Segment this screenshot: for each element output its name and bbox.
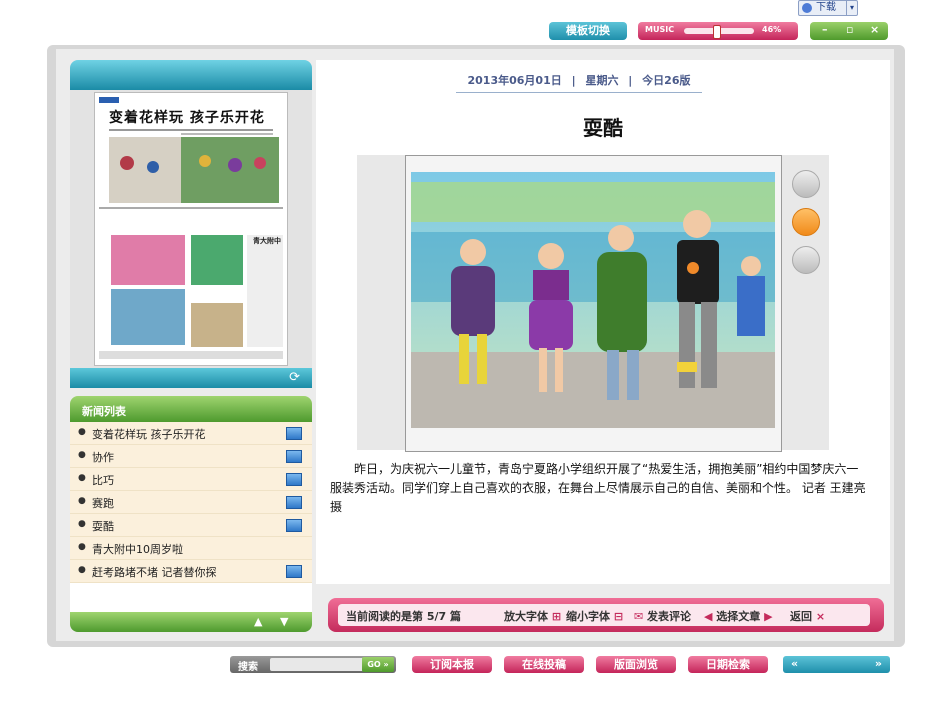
minus-box-icon: ⊟ xyxy=(610,610,624,623)
comment-label: 发表评论 xyxy=(647,610,692,623)
user-icon[interactable] xyxy=(792,208,820,236)
news-list-item[interactable]: ● 赛跑 xyxy=(70,491,312,514)
submit-article-button[interactable]: 在线投稿 xyxy=(504,656,584,673)
refresh-icon[interactable]: ⟳ xyxy=(289,370,300,385)
bullet-icon: ● xyxy=(78,473,86,483)
restore-button[interactable]: ▫ xyxy=(846,23,853,36)
article-photo[interactable] xyxy=(411,172,775,428)
news-list-item[interactable]: ● 赶考路堵不堵 记者替你探 xyxy=(70,560,312,583)
minimize-button[interactable]: – xyxy=(822,23,828,36)
camera-icon[interactable] xyxy=(792,170,820,198)
next-page-button[interactable]: » xyxy=(875,657,882,670)
close-button[interactable]: × xyxy=(870,23,879,36)
music-label: MUSIC xyxy=(645,25,675,34)
photo-icon xyxy=(286,565,302,578)
article-date: 2013年06月01日 xyxy=(467,74,562,87)
date-search-button[interactable]: 日期检索 xyxy=(688,656,768,673)
comment-button[interactable]: ✉ 发表评论 xyxy=(634,608,691,624)
photo-icon xyxy=(286,427,302,440)
article-weekday: 星期六 xyxy=(585,74,619,87)
scroll-down-icon[interactable]: ▼ xyxy=(280,615,288,628)
article-edition: 今日26版 xyxy=(642,74,691,87)
page-thumbnail[interactable]: 变着花样玩 孩子乐开花 青大附中 xyxy=(94,92,288,366)
scroll-up-icon[interactable]: ▲ xyxy=(254,615,262,628)
bullet-icon: ● xyxy=(78,450,86,460)
article-photo-graphic xyxy=(411,172,775,428)
news-list-header: 新闻列表 xyxy=(70,396,312,422)
back-label: 返回 xyxy=(790,610,812,623)
news-list-item-label: 变着花样玩 孩子乐开花 xyxy=(92,428,206,441)
news-list-item[interactable]: ● 耍酷 xyxy=(70,514,312,537)
back-button[interactable]: 返回 × xyxy=(790,608,825,624)
zoom-in-label: 放大字体 xyxy=(504,610,548,623)
search-label: 搜索 xyxy=(238,662,258,673)
chevron-down-icon[interactable]: ▾ xyxy=(846,1,857,15)
page-thumb-header xyxy=(70,60,312,90)
news-list-item-label: 青大附中10周岁啦 xyxy=(92,543,183,556)
news-list-item[interactable]: ● 变着花样玩 孩子乐开花 xyxy=(70,422,312,445)
music-control: MUSIC 46% xyxy=(638,22,798,40)
photo-icon xyxy=(286,496,302,509)
bullet-icon: ● xyxy=(78,565,86,575)
news-list-footer: ▲ ▼ xyxy=(70,612,312,632)
zoom-out-button[interactable]: 缩小字体 ⊟ xyxy=(566,608,623,624)
page-browse-button[interactable]: 版面浏览 xyxy=(596,656,676,673)
news-list-item[interactable]: ● 协作 xyxy=(70,445,312,468)
template-switch-button[interactable]: 模板切换 xyxy=(549,22,627,40)
chevron-left-icon: ◀ xyxy=(704,610,717,623)
download-label: 下载 xyxy=(816,2,836,13)
chevron-right-icon: ▶ xyxy=(760,610,773,623)
prev-page-button[interactable]: « xyxy=(791,657,798,670)
zoom-out-label: 缩小字体 xyxy=(566,610,610,623)
download-chip[interactable]: 下载 ▾ xyxy=(798,0,858,16)
news-list-item-label: 耍酷 xyxy=(92,520,114,533)
news-list: ● 变着花样玩 孩子乐开花 ● 协作 ● 比巧 ● 赛跑 ● 耍酷 ● 青大附中10周岁啦 ● 赶考路堵不… xyxy=(70,422,312,612)
news-list-item-label: 协作 xyxy=(92,451,114,464)
photo-icon xyxy=(286,519,302,532)
download-icon xyxy=(802,3,812,13)
article-status-inner: 当前阅读的是第 5/7 篇 放大字体 ⊞ 缩小字体 ⊟ ✉ 发表评论 ◀ 选择文… xyxy=(338,604,870,626)
photo-icon xyxy=(286,450,302,463)
news-list-item-label: 赛跑 xyxy=(92,497,114,510)
article-body: 昨日，为庆祝六一儿童节，青岛宁夏路小学组织开展了“热爱生活，拥抱美丽”相约中国梦… xyxy=(330,462,866,514)
music-volume-value: 46% xyxy=(762,25,782,34)
subscribe-button[interactable]: 订阅本报 xyxy=(412,656,492,673)
thumb-layout-graphic: 青大附中 xyxy=(99,97,283,359)
reading-position: 当前阅读的是第 5/7 篇 xyxy=(346,610,461,623)
music-volume-handle[interactable] xyxy=(713,25,722,39)
bullet-icon: ● xyxy=(78,542,86,552)
news-list-item-label: 比巧 xyxy=(92,474,114,487)
plus-box-icon: ⊞ xyxy=(548,610,562,623)
thumb-toolbar: ⟳ xyxy=(70,368,312,388)
article-date-line: 2013年06月01日 | 星期六 | 今日26版 xyxy=(456,72,702,93)
news-list-item[interactable]: ● 青大附中10周岁啦 xyxy=(70,537,312,560)
photo-icon xyxy=(286,473,302,486)
close-x-icon: × xyxy=(812,610,826,623)
select-article-label: 选择文章 xyxy=(716,610,761,623)
zoom-in-button[interactable]: 放大字体 ⊞ xyxy=(504,608,561,624)
select-article-button[interactable]: ◀ 选择文章 ▶ xyxy=(704,608,773,624)
bullet-icon: ● xyxy=(78,427,86,437)
bullet-icon: ● xyxy=(78,496,86,506)
news-list-item-label: 赶考路堵不堵 记者替你探 xyxy=(92,566,217,579)
search-go-label: GO xyxy=(367,660,381,669)
news-list-title: 新闻列表 xyxy=(82,405,126,418)
headphones-icon[interactable] xyxy=(792,246,820,274)
search-bar: 搜索 GO » xyxy=(230,656,396,673)
envelope-icon: ✉ xyxy=(634,610,648,623)
window-controls: – ▫ × xyxy=(810,22,888,40)
search-go-button[interactable]: GO » xyxy=(362,657,394,672)
bullet-icon: ● xyxy=(78,519,86,529)
svg-text:青大附中: 青大附中 xyxy=(253,236,281,245)
article-title: 耍酷 xyxy=(583,116,623,140)
pager: « » xyxy=(783,656,890,673)
news-list-item[interactable]: ● 比巧 xyxy=(70,468,312,491)
